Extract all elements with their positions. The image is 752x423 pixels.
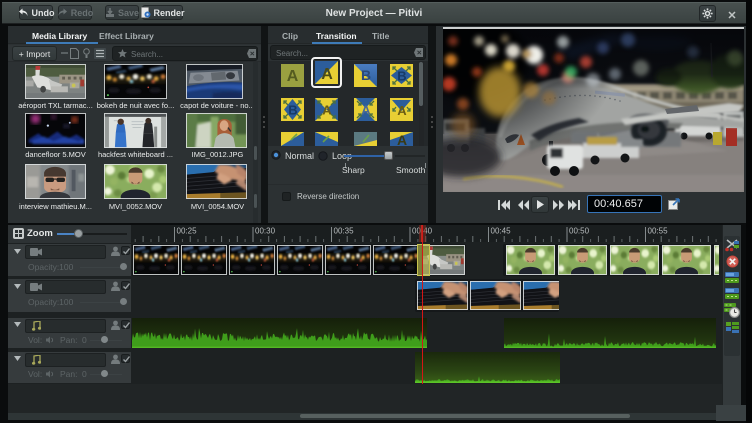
svg-text:A: A xyxy=(397,132,407,146)
svg-text:A: A xyxy=(287,68,299,85)
svg-text:00:55: 00:55 xyxy=(648,227,669,236)
svg-text:00:25: 00:25 xyxy=(177,227,198,236)
svg-text:00:35: 00:35 xyxy=(334,227,355,236)
svg-text:B: B xyxy=(397,69,406,84)
svg-text:B: B xyxy=(288,103,297,118)
svg-text:A: A xyxy=(321,66,333,83)
svg-text:00:30: 00:30 xyxy=(255,227,276,236)
svg-text:00:45: 00:45 xyxy=(491,227,512,236)
svg-text:A: A xyxy=(397,103,407,118)
svg-text:B: B xyxy=(361,67,371,83)
svg-text:00:50: 00:50 xyxy=(569,227,590,236)
